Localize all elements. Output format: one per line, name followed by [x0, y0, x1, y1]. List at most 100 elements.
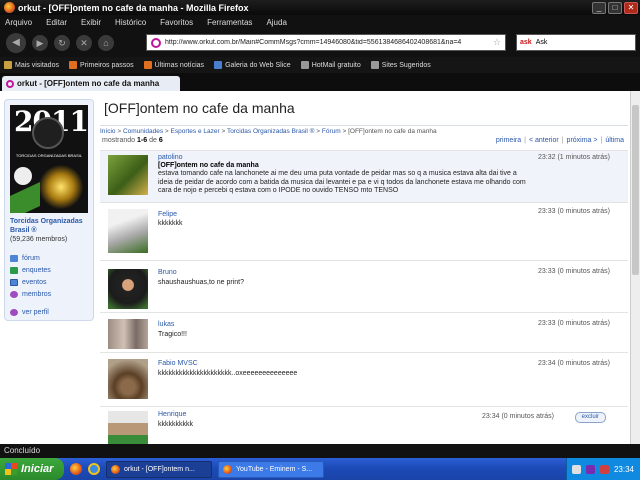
avatar[interactable] — [108, 359, 148, 399]
firefox-bookmark-icon — [68, 61, 77, 69]
home-button[interactable]: ⌂ — [98, 35, 114, 51]
ie-quicklaunch-icon[interactable] — [88, 463, 100, 475]
menu-favoritos[interactable]: Favoritos — [160, 18, 193, 27]
bookmark-item[interactable]: HotMail gratuito — [300, 61, 361, 69]
sidebar-item-events[interactable]: eventos — [10, 276, 92, 288]
firework-glow — [38, 165, 84, 209]
bookmark-star-icon[interactable]: ☆ — [493, 37, 501, 48]
window-title: orkut - [OFF]ontem no cafe da manha - Mo… — [18, 2, 249, 13]
start-button[interactable]: Iniciar — [0, 458, 64, 480]
breadcrumb-link[interactable]: Início — [100, 128, 116, 135]
rss-icon — [143, 61, 152, 69]
pager-last[interactable]: última — [605, 137, 624, 144]
tab-orkut[interactable]: orkut - [OFF]ontem no cafe da manha — [2, 76, 180, 91]
community-sidebar: 2011 TORCIDAS ORGANIZADAS BRASIL Torcida… — [4, 99, 94, 321]
avatar[interactable] — [108, 269, 148, 309]
firefox-icon — [111, 464, 120, 474]
view-profile-link[interactable]: ver perfil — [10, 306, 92, 318]
search-engine-label: Ask — [535, 39, 548, 46]
pager-previous[interactable]: < anterior — [529, 137, 559, 144]
taskbar-item-youtube[interactable]: YouTube - Eminem - S... — [218, 460, 324, 478]
web-slice-icon — [214, 61, 223, 69]
bookmark-item[interactable]: Galeria do Web Slice — [214, 61, 291, 69]
bookmark-item[interactable]: Sites Sugeridos — [370, 61, 431, 69]
menu-ajuda[interactable]: Ajuda — [266, 18, 286, 27]
members-icon — [10, 290, 18, 298]
delete-post-button[interactable]: excluir — [574, 412, 606, 423]
back-button[interactable]: ◀ — [6, 33, 26, 53]
breadcrumb-link[interactable]: Comunidades — [123, 128, 163, 135]
sidebar-item-forum[interactable]: fórum — [10, 252, 92, 264]
post-author[interactable]: lukas — [158, 321, 174, 328]
firefox-quicklaunch-icon[interactable] — [70, 463, 82, 475]
tray-app-icon[interactable] — [585, 464, 595, 474]
avatar[interactable] — [108, 209, 148, 253]
menu-editar[interactable]: Editar — [46, 18, 67, 27]
post-author[interactable]: patolino — [158, 154, 183, 161]
events-icon — [10, 278, 18, 286]
community-image[interactable]: 2011 TORCIDAS ORGANIZADAS BRASIL — [10, 105, 88, 213]
sidebar-item-members[interactable]: membros — [10, 288, 92, 300]
forward-button[interactable]: ▶ — [32, 35, 48, 51]
breadcrumb-link[interactable]: Torcidas Organizadas Brasil ® — [227, 128, 315, 135]
flag-stripe — [10, 182, 40, 213]
firefox-icon — [4, 2, 15, 13]
tray-volume-icon[interactable] — [599, 464, 609, 474]
tray-arrow-icon[interactable] — [571, 464, 581, 474]
pager-next[interactable]: próxima > — [567, 137, 598, 144]
page-icon — [370, 61, 379, 69]
navigation-toolbar: ◀ ▶ ↻ ✕ ⌂ http://www.orkut.com.br/Main#C… — [0, 29, 640, 57]
maximize-button[interactable]: □ — [608, 1, 622, 14]
bookmark-item[interactable]: Primeiros passos — [68, 61, 134, 69]
showing-count: mostrando 1-6 de 6 — [102, 137, 163, 144]
forum-post: Bruno 23:33 (0 minutos atrás) shaushaush… — [100, 260, 628, 312]
avatar[interactable] — [108, 319, 148, 349]
minimize-button[interactable]: _ — [592, 1, 606, 14]
stop-button[interactable]: ✕ — [76, 35, 92, 51]
close-button[interactable]: ✕ — [624, 1, 638, 14]
menu-historico[interactable]: Histórico — [115, 18, 146, 27]
avatar[interactable] — [108, 155, 148, 195]
reload-button[interactable]: ↻ — [54, 35, 70, 51]
search-box[interactable]: ask Ask — [516, 34, 636, 51]
menu-exibir[interactable]: Exibir — [81, 18, 101, 27]
post-text: shaushaushuas,to ne print? — [158, 279, 245, 286]
bookmarks-bar: Mais visitados Primeiros passos Últimas … — [0, 57, 640, 73]
windows-flag-icon — [5, 463, 17, 475]
post-author[interactable]: Fabio MVSC — [158, 360, 198, 367]
status-bar: Concluído — [0, 444, 640, 458]
post-time: 23:33 (0 minutos atrás) — [538, 320, 610, 327]
page-scrollbar[interactable] — [630, 91, 640, 444]
pager-first[interactable]: primeira — [496, 137, 521, 144]
page-viewport: 2011 TORCIDAS ORGANIZADAS BRASIL Torcida… — [0, 91, 640, 444]
taskbar-item-orkut[interactable]: orkut - [OFF]ontem n... — [106, 460, 212, 478]
bookmark-item[interactable]: Mais visitados — [4, 61, 59, 69]
window-titlebar: orkut - [OFF]ontem no cafe da manha - Mo… — [0, 0, 640, 15]
sidebar-item-polls[interactable]: enquetes — [10, 264, 92, 276]
breadcrumb-link[interactable]: Esportes e Lazer — [171, 128, 220, 135]
address-bar[interactable]: http://www.orkut.com.br/Main#CommMsgs?cm… — [146, 34, 506, 51]
url-text[interactable]: http://www.orkut.com.br/Main#CommMsgs?cm… — [165, 39, 493, 46]
taskbar: Iniciar orkut - [OFF]ontem n... YouTube … — [0, 458, 640, 480]
post-time: 23:34 (0 minutos atrás) — [538, 360, 610, 367]
profile-icon — [10, 308, 18, 316]
forum-post: Felipe 23:33 (0 minutos atrás) kkkkkkk — [100, 202, 628, 260]
post-author[interactable]: Bruno — [158, 269, 177, 276]
breadcrumb-link[interactable]: Fórum — [322, 128, 341, 135]
bookmark-item[interactable]: Últimas notícias — [143, 61, 204, 69]
avatar[interactable] — [108, 411, 148, 444]
menu-arquivo[interactable]: Arquivo — [5, 18, 32, 27]
tab-bar: orkut - [OFF]ontem no cafe da manha — [0, 73, 640, 91]
community-image-banner: TORCIDAS ORGANIZADAS BRASIL — [15, 153, 83, 158]
scrollbar-thumb[interactable] — [632, 105, 639, 275]
post-author[interactable]: Henrique — [158, 411, 186, 418]
forum-post: Henrique 23:34 (0 minutos atrás) excluir… — [100, 406, 628, 444]
orkut-site-icon — [151, 37, 161, 48]
community-name[interactable]: Torcidas Organizadas Brasil ® — [10, 217, 92, 235]
bookmark-folder-icon — [4, 61, 12, 69]
menu-ferramentas[interactable]: Ferramentas — [207, 18, 252, 27]
post-title: [OFF]ontem no cafe da manha — [158, 162, 259, 169]
post-author[interactable]: Felipe — [158, 211, 177, 218]
clock: 23:34 — [613, 464, 634, 474]
forum-icon — [10, 254, 18, 262]
